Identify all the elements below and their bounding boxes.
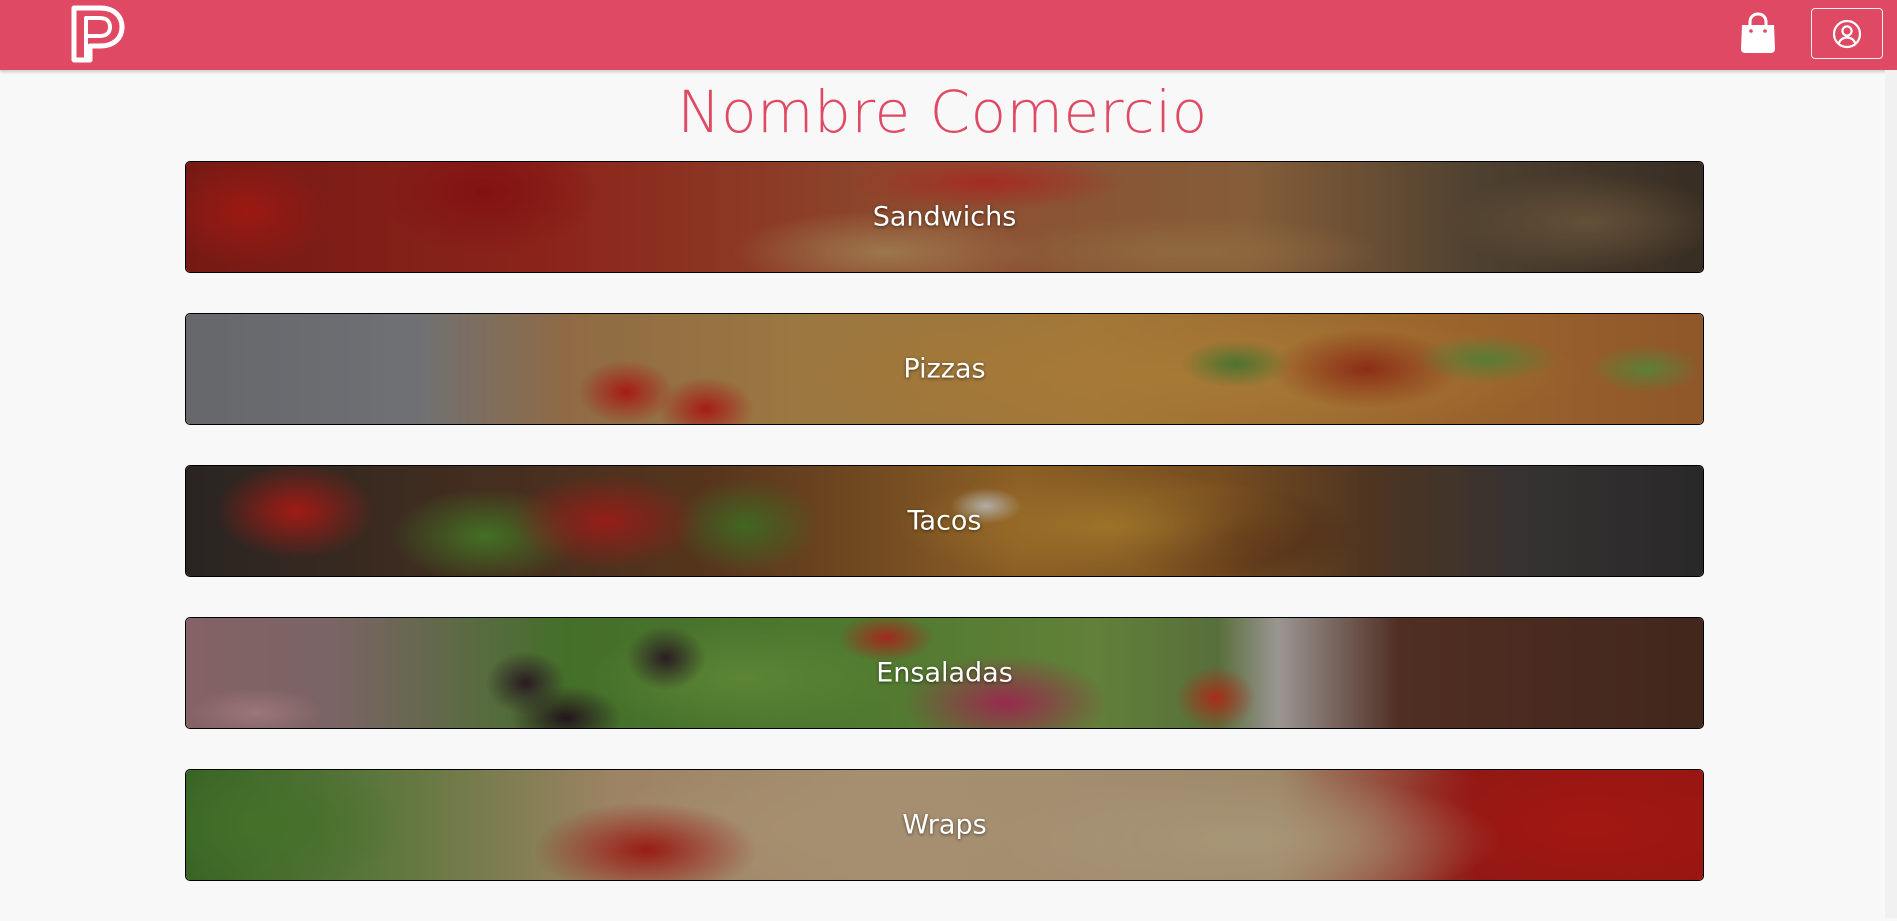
category-label: Sandwichs xyxy=(872,201,1017,233)
category-card-tacos[interactable]: Tacos xyxy=(185,465,1704,577)
category-label: Wraps xyxy=(902,809,987,841)
category-card-ensaladas[interactable]: Ensaladas xyxy=(185,617,1704,729)
category-label: Pizzas xyxy=(903,353,986,385)
user-account-button[interactable] xyxy=(1811,8,1883,59)
category-card-wraps[interactable]: Wraps xyxy=(185,769,1704,881)
page-scrollbar[interactable] xyxy=(1885,70,1897,918)
category-card-sandwichs[interactable]: Sandwichs xyxy=(185,161,1704,273)
category-label: Ensaladas xyxy=(876,657,1013,689)
page-title: Nombre Comercio xyxy=(677,78,1208,146)
shopping-bag-icon[interactable] xyxy=(1738,12,1778,54)
brand-logo-icon[interactable] xyxy=(66,2,126,66)
user-circle-icon xyxy=(1832,19,1862,48)
category-list: Sandwichs Pizzas Tacos Ensaladas Wraps xyxy=(185,161,1704,921)
category-card-pizzas[interactable]: Pizzas xyxy=(185,313,1704,425)
category-label: Tacos xyxy=(907,505,982,537)
top-navbar xyxy=(0,0,1897,70)
